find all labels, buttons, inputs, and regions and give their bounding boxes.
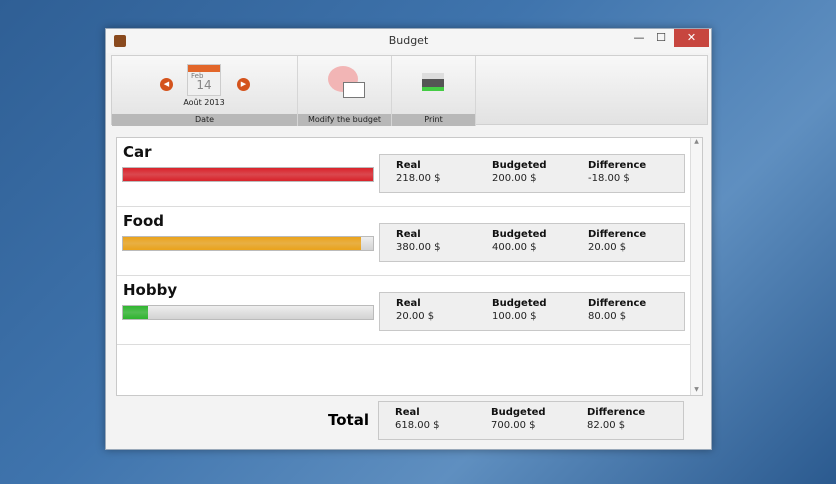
print-label: Print (392, 114, 475, 126)
category-row[interactable]: Car Real 218.00 $ Budgeted 200.00 $ Differ… (117, 138, 690, 207)
category-name: Hobby (123, 281, 178, 299)
category-summary: Real 218.00 $ Budgeted 200.00 $ Difference… (379, 154, 685, 193)
category-row[interactable]: Hobby Real 20.00 $ Budgeted 100.00 $ Diffe… (117, 276, 690, 345)
modify-budget-label: Modify the budget (298, 114, 391, 126)
close-button[interactable]: ✕ (674, 29, 709, 47)
next-month-button[interactable]: ▶ (237, 78, 250, 91)
category-name: Car (123, 143, 152, 161)
total-real: 618.00 $ (395, 420, 440, 431)
total-budgeted: 700.00 $ (491, 420, 536, 431)
total-difference: 82.00 $ (587, 420, 626, 431)
budgeted-value: 400.00 $ (492, 242, 537, 253)
budgeted-header: Budgeted (492, 298, 547, 309)
vertical-scrollbar[interactable]: ▲ ▼ (690, 138, 702, 395)
real-header: Real (396, 298, 421, 309)
prev-month-button[interactable]: ◀ (160, 78, 173, 91)
difference-header: Difference (588, 229, 647, 240)
ribbon-toolbar: ◀ Feb 14 ▶ Août 2013 Date Modify the bud… (111, 55, 708, 126)
minimize-button[interactable]: — (629, 29, 649, 47)
difference-value: 80.00 $ (588, 311, 627, 322)
real-value: 20.00 $ (396, 311, 435, 322)
budget-progress-bar (122, 236, 374, 251)
budgeted-header: Budgeted (491, 407, 546, 418)
real-header: Real (395, 407, 420, 418)
printer-icon (422, 73, 444, 91)
calendar-icon[interactable]: Feb 14 (187, 64, 221, 96)
progress-fill (123, 168, 373, 181)
date-group-label: Date (112, 114, 297, 126)
budget-window: Budget — ☐ ✕ ◀ Feb 14 ▶ Août 2013 Date M… (105, 28, 712, 450)
print-button[interactable]: Print (392, 56, 476, 126)
total-summary: Real 618.00 $ Budgeted 700.00 $ Difference… (378, 401, 684, 440)
budgeted-value: 200.00 $ (492, 173, 537, 184)
total-row: Total Real 618.00 $ Budgeted 700.00 $ Diff… (116, 401, 703, 441)
calendar-day: 14 (196, 78, 212, 92)
difference-header: Difference (588, 160, 647, 171)
budgeted-header: Budgeted (492, 229, 547, 240)
real-header: Real (396, 229, 421, 240)
category-list: ▲ ▼ Car Real 218.00 $ Budgeted 200.00 $ Dif… (116, 137, 703, 396)
budgeted-header: Budgeted (492, 160, 547, 171)
real-value: 218.00 $ (396, 173, 441, 184)
difference-header: Difference (587, 407, 646, 418)
date-group: ◀ Feb 14 ▶ Août 2013 Date (112, 56, 298, 126)
budget-progress-bar (122, 305, 374, 320)
category-name: Food (123, 212, 164, 230)
modify-budget-button[interactable]: Modify the budget (298, 56, 392, 126)
budgeted-value: 100.00 $ (492, 311, 537, 322)
current-date: Août 2013 (183, 98, 225, 107)
title-bar: Budget — ☐ ✕ (106, 29, 711, 53)
category-row[interactable]: Food Real 380.00 $ Budgeted 400.00 $ Diffe… (117, 207, 690, 276)
difference-value: 20.00 $ (588, 242, 627, 253)
difference-value: -18.00 $ (588, 173, 630, 184)
total-label: Total (328, 411, 369, 429)
spreadsheet-icon (343, 82, 365, 98)
category-summary: Real 380.00 $ Budgeted 400.00 $ Difference… (379, 223, 685, 262)
window-title: Budget (388, 34, 429, 47)
category-summary: Real 20.00 $ Budgeted 100.00 $ Difference 8… (379, 292, 685, 331)
progress-fill (123, 237, 361, 250)
real-value: 380.00 $ (396, 242, 441, 253)
budget-progress-bar (122, 167, 374, 182)
maximize-button[interactable]: ☐ (651, 29, 671, 47)
progress-fill (123, 306, 148, 319)
difference-header: Difference (588, 298, 647, 309)
real-header: Real (396, 160, 421, 171)
